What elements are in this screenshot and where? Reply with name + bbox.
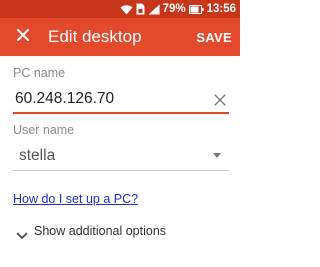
battery-percent: 79% (162, 3, 186, 15)
user-name-label: User name (13, 123, 75, 137)
app-bar: Edit desktop SAVE (0, 18, 240, 56)
pc-name-input[interactable] (13, 90, 203, 108)
dropdown-arrow-icon (213, 153, 221, 158)
pc-name-label: PC name (13, 66, 66, 80)
close-icon (17, 28, 29, 46)
save-button[interactable]: SAVE (196, 30, 232, 45)
close-button[interactable] (4, 18, 42, 56)
sim-card-icon (136, 3, 145, 15)
status-time: 13:56 (206, 3, 236, 15)
user-name-selected: stella (19, 146, 56, 164)
battery-icon (188, 4, 204, 14)
additional-options-label: Show additional options (34, 224, 167, 238)
user-name-dropdown[interactable]: stella (13, 141, 229, 171)
setup-pc-help-link[interactable]: How do I set up a PC? (13, 192, 138, 206)
chevron-down-icon (16, 227, 28, 239)
cellular-signal-icon (148, 4, 160, 15)
page-title: Edit desktop (48, 27, 142, 46)
clear-input-icon[interactable] (213, 93, 227, 107)
wifi-icon (120, 4, 133, 15)
status-bar: 79% 13:56 (0, 0, 240, 18)
show-additional-options-toggle[interactable]: Show additional options (16, 224, 167, 239)
pc-name-field-wrapper (13, 86, 229, 114)
